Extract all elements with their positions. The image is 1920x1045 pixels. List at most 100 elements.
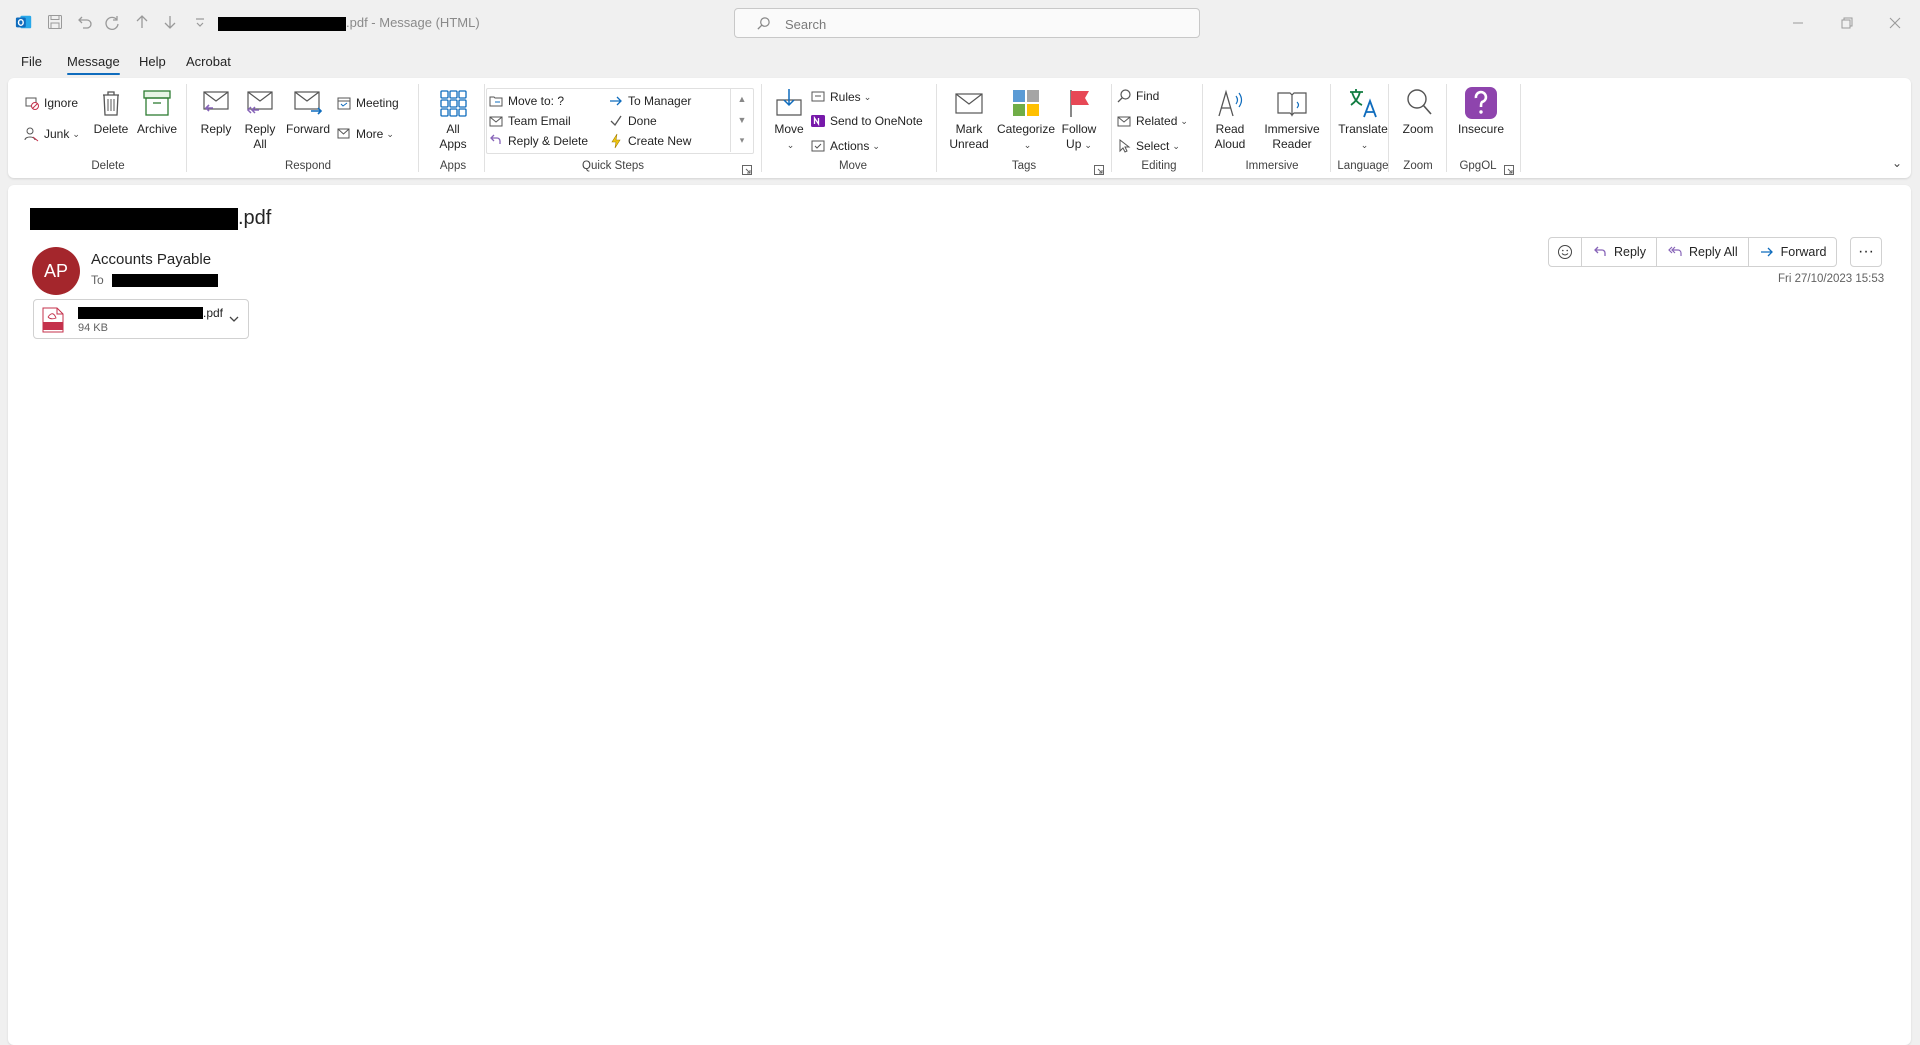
more-actions-button[interactable]: ··· xyxy=(1850,237,1882,267)
checkmark-icon xyxy=(610,115,622,127)
lightning-icon xyxy=(611,133,621,149)
quick-step-move-to[interactable]: Move to: ? xyxy=(488,92,564,110)
reading-pane: .pdf AP Accounts Payable To .pdf 94 KB R… xyxy=(8,185,1911,1045)
search-input[interactable] xyxy=(783,13,1167,35)
group-divider xyxy=(761,84,762,172)
redacted-recipient[interactable] xyxy=(111,273,218,287)
mark-unread-button[interactable]: Mark Unread xyxy=(944,86,994,152)
scroll-down-icon[interactable]: ▼ xyxy=(731,109,753,130)
translate-button[interactable]: Translate ⌄ xyxy=(1334,86,1392,153)
team-email-icon xyxy=(489,116,503,127)
read-aloud-label-2: Aloud xyxy=(1214,137,1246,151)
follow-up-button[interactable]: Follow Up ⌄ xyxy=(1058,86,1100,153)
all-apps-label-1: All xyxy=(446,122,460,136)
find-button[interactable]: Find xyxy=(1116,87,1159,105)
immersive-reader-button[interactable]: Immersive Reader xyxy=(1260,86,1324,152)
minimize-icon[interactable] xyxy=(1787,12,1809,34)
sender-name[interactable]: Accounts Payable xyxy=(91,251,211,268)
tab-help[interactable]: Help xyxy=(139,54,166,69)
mark-unread-label-1: Mark xyxy=(955,122,983,136)
redacted-text xyxy=(218,16,346,31)
group-label-move: Move xyxy=(838,160,868,172)
quick-step-reply-delete[interactable]: Reply & Delete xyxy=(488,132,588,150)
restore-icon[interactable] xyxy=(1836,12,1858,34)
attachment-name: .pdf xyxy=(78,306,223,320)
undo-icon[interactable] xyxy=(74,12,94,32)
more-respond-icon xyxy=(337,128,350,139)
recipient-line: To xyxy=(91,273,218,287)
insecure-button[interactable]: Insecure xyxy=(1454,86,1508,137)
emoji-reaction-button[interactable] xyxy=(1549,238,1582,266)
move-to-folder-icon xyxy=(489,96,503,107)
redo-icon[interactable] xyxy=(102,12,122,32)
more-respond-button[interactable]: More ⌄ xyxy=(336,125,394,143)
chevron-down-icon: ⌄ xyxy=(786,140,795,150)
quick-steps-scrollbar[interactable]: ▲ ▼ ▾ xyxy=(730,88,753,152)
junk-icon xyxy=(24,127,39,142)
related-button[interactable]: Related ⌄ xyxy=(1116,112,1188,130)
gallery-expand-icon[interactable]: ▾ xyxy=(731,130,753,151)
reply-button[interactable]: Reply xyxy=(1582,238,1657,266)
quick-step-done[interactable]: Done xyxy=(608,112,657,130)
select-button[interactable]: Select ⌄ xyxy=(1116,137,1180,155)
forward-button[interactable]: Forward xyxy=(284,86,332,137)
translate-icon xyxy=(1346,86,1380,120)
reply-all-button[interactable]: Reply All xyxy=(240,86,280,152)
read-aloud-button[interactable]: Read Aloud xyxy=(1208,86,1252,152)
immersive-reader-label-1: Immersive xyxy=(1264,122,1320,136)
send-to-onenote-button[interactable]: Send to OneNote xyxy=(810,112,923,130)
pdf-file-icon xyxy=(42,307,64,333)
meeting-button[interactable]: Meeting xyxy=(336,94,399,112)
tab-message[interactable]: Message xyxy=(67,54,120,75)
forward-button[interactable]: Forward xyxy=(1749,238,1837,266)
quick-steps-launcher-icon[interactable] xyxy=(742,162,752,175)
search-box[interactable] xyxy=(734,8,1200,38)
junk-button[interactable]: Junk ⌄ xyxy=(24,125,80,143)
chevron-down-icon: ⌄ xyxy=(872,140,880,151)
all-apps-button[interactable]: All Apps xyxy=(428,86,478,152)
next-item-icon[interactable] xyxy=(160,12,180,32)
forward-label: Forward xyxy=(285,122,330,136)
attachment-name-suffix: .pdf xyxy=(203,306,224,320)
message-datetime: Fri 27/10/2023 15:53 xyxy=(1778,273,1885,285)
tab-file[interactable]: File xyxy=(21,54,42,69)
more-respond-label: More xyxy=(356,127,384,141)
group-label-zoom: Zoom xyxy=(1403,160,1433,172)
zoom-label: Zoom xyxy=(1402,122,1434,136)
move-button[interactable]: Move ⌄ xyxy=(766,86,812,153)
collapse-ribbon-icon[interactable]: ⌄ xyxy=(1892,156,1902,170)
customize-quick-access-icon[interactable] xyxy=(190,12,210,32)
quick-step-team-email[interactable]: Team Email xyxy=(488,112,571,130)
ignore-button[interactable]: Ignore xyxy=(24,94,78,112)
save-icon[interactable] xyxy=(45,12,65,32)
delete-button[interactable]: Delete xyxy=(90,86,132,137)
send-to-onenote-label: Send to OneNote xyxy=(830,114,923,128)
rules-button[interactable]: Rules ⌄ xyxy=(810,88,871,106)
tags-launcher-icon[interactable] xyxy=(1094,162,1104,175)
close-icon[interactable] xyxy=(1884,12,1906,34)
trash-icon xyxy=(94,86,128,120)
quick-step-to-manager[interactable]: To Manager xyxy=(608,92,691,110)
attachment-card[interactable]: .pdf 94 KB xyxy=(33,299,249,339)
chevron-down-icon: ⌄ xyxy=(1180,115,1188,126)
tab-acrobat[interactable]: Acrobat xyxy=(186,54,231,69)
menu-bar: File Message Help Acrobat xyxy=(0,52,1920,75)
previous-item-icon[interactable] xyxy=(132,12,152,32)
actions-button[interactable]: Actions ⌄ xyxy=(810,137,880,155)
archive-button[interactable]: Archive xyxy=(134,86,180,137)
group-divider xyxy=(484,84,485,172)
redacted-text xyxy=(78,307,203,319)
quick-step-create-new[interactable]: Create New xyxy=(608,132,691,150)
reply-all-button[interactable]: Reply All xyxy=(1657,238,1749,266)
read-aloud-icon xyxy=(1213,86,1247,120)
avatar[interactable]: AP xyxy=(32,247,80,295)
categorize-button[interactable]: Categorize ⌄ xyxy=(994,86,1058,153)
scroll-up-icon[interactable]: ▲ xyxy=(731,88,753,109)
arrow-right-icon xyxy=(610,96,622,106)
title-bar: .pdf - Message (HTML) xyxy=(0,0,1920,48)
gpgol-launcher-icon[interactable] xyxy=(1504,162,1514,175)
zoom-button[interactable]: Zoom xyxy=(1396,86,1440,137)
chevron-down-icon[interactable] xyxy=(227,312,241,326)
reply-button[interactable]: Reply xyxy=(196,86,236,137)
window-title: .pdf - Message (HTML) xyxy=(218,15,480,31)
